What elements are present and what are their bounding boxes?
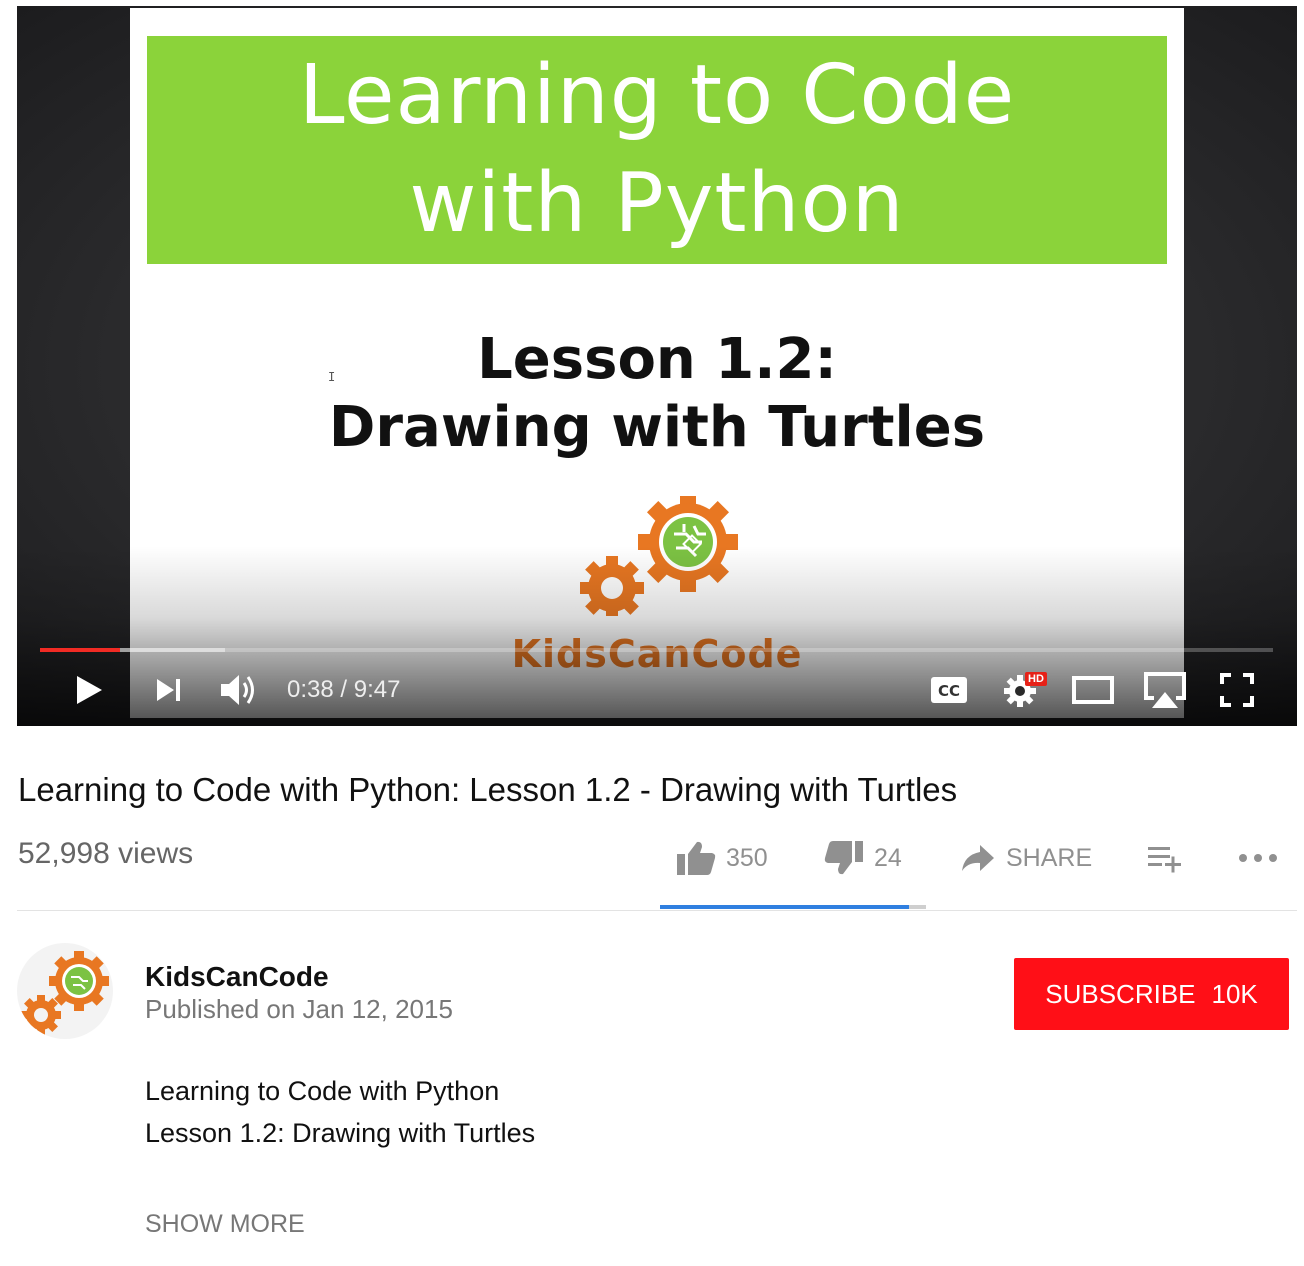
subscribe-button[interactable]: SUBSCRIBE 10K [1014,958,1289,1030]
play-button[interactable] [71,670,107,710]
settings-button[interactable]: HD [1003,670,1047,710]
channel-avatar[interactable] [17,943,113,1039]
fullscreen-icon [1220,673,1254,707]
theater-mode-icon [1072,676,1114,704]
subscribe-label: SUBSCRIBE [1045,978,1196,1009]
dislike-count: 24 [874,843,902,872]
divider [17,910,1297,911]
slide-banner-text: Learning to Code with Python [298,48,1016,251]
next-icon [157,679,180,701]
progress-bar[interactable] [40,648,1273,652]
svg-text:CC: CC [938,682,960,700]
share-icon [962,845,994,871]
description-line: Learning to Code with Python [145,1076,500,1106]
like-count: 350 [726,843,768,872]
play-icon [77,676,102,704]
share-button[interactable]: SHARE [960,838,1092,878]
slide-lesson-text: Lesson 1.2: Drawing with Turtles [328,327,986,460]
more-horizontal-icon [1239,854,1277,862]
publish-date: Published on Jan 12, 2015 [145,994,453,1024]
add-to-playlist-button[interactable] [1146,838,1184,878]
show-more-button[interactable]: SHOW MORE [145,1208,305,1240]
subscriber-count: 10K [1211,978,1258,1009]
hd-badge: HD [1025,672,1047,686]
volume-icon [221,675,254,705]
airplay-button[interactable] [1141,670,1189,710]
description-line: Lesson 1.2: Drawing with Turtles [145,1118,536,1148]
thumbs-up-icon [677,841,716,875]
volume-button[interactable] [217,670,261,710]
fullscreen-button[interactable] [1217,670,1257,710]
captions-icon: CC [931,677,967,703]
kidscancode-avatar-logo [21,951,109,1035]
like-dislike-bar [660,905,926,909]
captions-button[interactable]: CC [929,670,969,710]
slide-banner: Learning to Code with Python [147,36,1167,264]
video-title: Learning to Code with Python: Lesson 1.2… [18,771,958,808]
theater-mode-button[interactable] [1071,670,1115,710]
next-button[interactable] [153,670,185,710]
time-display: 0:38 / 9:47 [287,676,401,703]
airplay-icon [1144,672,1186,708]
channel-name[interactable]: KidsCanCode [145,960,329,994]
video-frame: Learning to Code with Python I Lesson 1.… [130,8,1184,718]
video-description: Learning to Code with Python Lesson 1.2:… [145,1070,535,1154]
like-ratio-fill [660,905,909,909]
kidscancode-gears-logo [580,496,738,616]
player-controls: 0:38 / 9:47 CC HD [17,660,1297,716]
thumbs-down-icon [824,841,863,875]
progress-played [40,648,121,652]
video-player[interactable]: Learning to Code with Python I Lesson 1.… [17,6,1297,726]
share-label: SHARE [1006,843,1093,872]
add-to-playlist-icon [1148,847,1181,873]
view-count: 52,998 views [18,837,194,870]
like-button[interactable]: 350 [676,838,768,878]
more-actions-button[interactable] [1238,838,1278,878]
dislike-button[interactable]: 24 [824,838,902,878]
